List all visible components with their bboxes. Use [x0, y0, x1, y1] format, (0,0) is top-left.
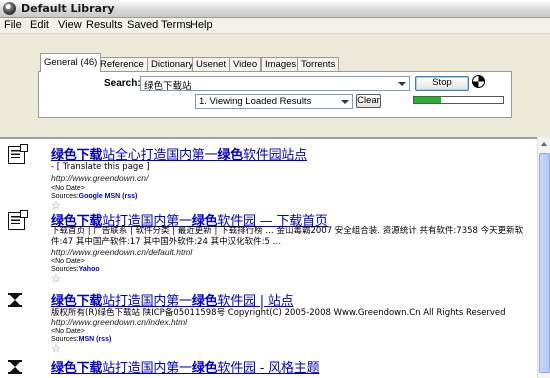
clear-button[interactable]: Clear — [356, 94, 381, 108]
chevron-down-icon[interactable] — [340, 97, 350, 107]
document-icon — [8, 210, 28, 230]
scrollbar-thumb[interactable] — [539, 153, 550, 373]
tab-usenet[interactable]: Usenet — [192, 57, 231, 72]
result-snippet: - [ Translate this page ] — [51, 162, 150, 172]
result-date: <No Date> — [51, 258, 85, 265]
menu-file[interactable]: File — [4, 19, 22, 31]
results-scrollbar[interactable] — [537, 137, 550, 378]
window-title: Default Library — [21, 2, 115, 15]
tab-general[interactable]: General (46) — [40, 53, 102, 72]
result-sources: Sources:Google MSN (rss) — [51, 193, 138, 200]
document-icon — [8, 144, 28, 164]
app-icon[interactable] — [3, 2, 16, 15]
progress-fill — [414, 97, 441, 103]
busy-spinner-icon — [472, 75, 485, 88]
result-snippet: 下载首页 | 广告联系 | 软件分类 | 最近更新 | 下载排行榜 … 金山毒霸… — [51, 226, 524, 247]
stop-button[interactable]: Stop — [415, 76, 469, 91]
tab-torrents[interactable]: Torrents — [297, 57, 340, 72]
menu-edit[interactable]: Edit — [30, 19, 49, 31]
star-icon[interactable]: ☆ — [51, 343, 61, 354]
menu-results[interactable]: Results — [86, 19, 123, 31]
menu-view[interactable]: View — [58, 19, 82, 31]
result-title-link[interactable]: 绿色下载站全心打造国内第一绿色软件园站点 — [51, 144, 307, 163]
menu-bar: File Edit View Results Saved Terms Help — [0, 18, 550, 34]
hourglass-icon — [8, 293, 22, 307]
progress-bar — [413, 96, 504, 104]
tab-reference[interactable]: Reference — [96, 57, 148, 72]
title-bar: Default Library — [0, 0, 550, 18]
tab-dictionary[interactable]: Dictionary — [147, 57, 198, 72]
search-input[interactable]: 绿色下载站 — [140, 76, 410, 92]
scroll-up-arrow-icon[interactable] — [539, 138, 550, 151]
view-select[interactable]: 1. Viewing Loaded Results — [195, 94, 353, 109]
result-title-link[interactable]: 绿色下载站打造国内第一绿色软件园 - 风格主题 — [51, 357, 320, 376]
hourglass-icon — [8, 360, 22, 374]
results-pane: 绿色下载站全心打造国内第一绿色软件园站点 - [ Translate this … — [0, 137, 550, 378]
result-url: http://www.greendown.cn/default.html — [51, 247, 193, 257]
result-date: <No Date> — [51, 328, 85, 335]
result-url: http://www.greendown.cn/index.html — [51, 317, 188, 327]
tab-video[interactable]: Video — [229, 57, 262, 72]
view-select-value: 1. Viewing Loaded Results — [199, 96, 312, 107]
result-date: <No Date> — [51, 185, 85, 192]
tab-images[interactable]: Images — [261, 57, 301, 72]
result-url: http://www.greendown.cn/ — [51, 173, 149, 183]
menu-saved-terms[interactable]: Saved Terms — [127, 19, 191, 31]
search-label: Search: — [104, 78, 141, 89]
search-input-value: 绿色下载站 — [144, 81, 192, 92]
menu-help[interactable]: Help — [190, 19, 213, 31]
chevron-down-icon[interactable] — [397, 79, 407, 89]
star-icon[interactable]: ☆ — [51, 273, 61, 284]
